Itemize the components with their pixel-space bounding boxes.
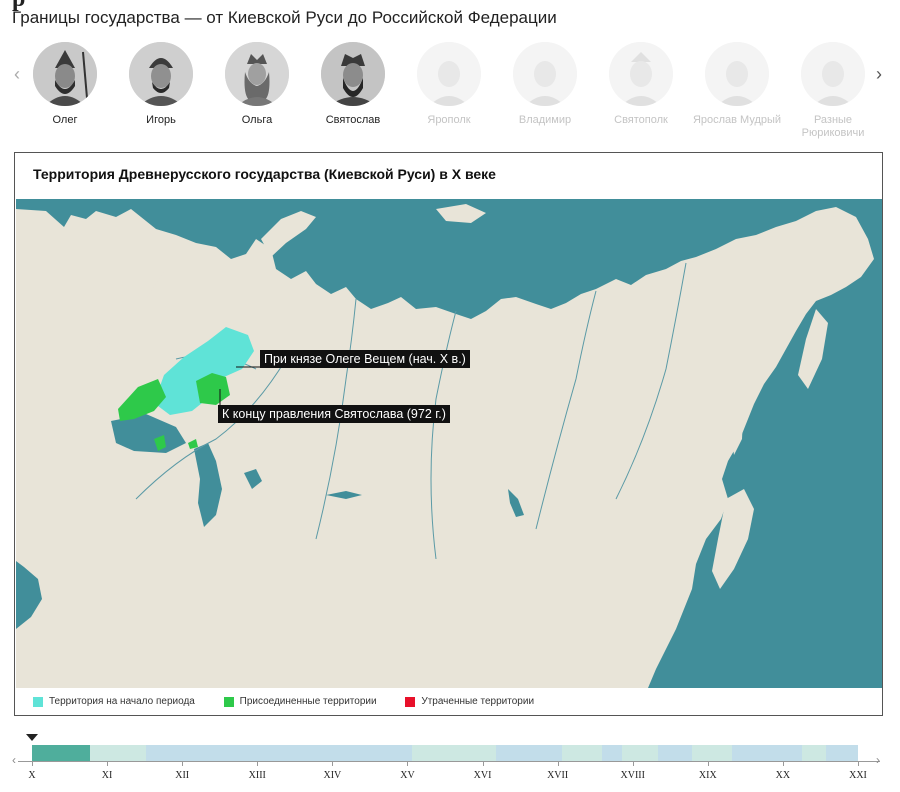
ruler-name: Олег: [52, 114, 78, 126]
legend-label: Территория на начало периода: [49, 696, 195, 707]
ruler-portrait: [609, 42, 673, 106]
map-label-oleg: При князе Олеге Вещем (нач. X в.): [260, 350, 470, 368]
chevron-left-icon: ‹: [12, 753, 16, 767]
timeline-century-label[interactable]: XV: [400, 770, 414, 781]
ruler-svyatoslav[interactable]: Святослав: [307, 38, 399, 127]
timeline-segment[interactable]: [622, 745, 658, 761]
rulers-carousel: ‹ Олег Игорь Ольга Святослав Ярополк Вла: [0, 38, 900, 146]
ruler-igor[interactable]: Игорь: [115, 38, 207, 127]
timeline-century-label[interactable]: XIV: [323, 770, 341, 781]
ruler-name: Ольга: [241, 114, 273, 126]
timeline-segment[interactable]: [692, 745, 732, 761]
timeline-tick: [32, 761, 33, 766]
timeline-tick: [257, 761, 259, 766]
ruler-portrait: [513, 42, 577, 106]
legend-swatch: [405, 696, 416, 707]
legend-item-lost: Утраченные территории: [405, 696, 534, 707]
timeline-century-label[interactable]: XX: [776, 770, 790, 781]
timeline-century-label[interactable]: XVIII: [621, 770, 645, 781]
timeline-tick: [858, 761, 859, 766]
legend-swatch: [33, 696, 43, 707]
ruler-olga[interactable]: Ольга: [211, 38, 303, 127]
timeline-century-label[interactable]: XVII: [547, 770, 568, 781]
timeline-tick: [707, 761, 709, 766]
map-card: Территория Древнерусского государства (К…: [14, 152, 883, 716]
triangle-down-icon[interactable]: [26, 734, 38, 741]
ruler-yaropolk[interactable]: Ярополк: [403, 38, 495, 127]
legend-item-initial: Территория на начало периода: [33, 696, 195, 707]
ruler-name: Святополк: [614, 114, 668, 126]
timeline-segment[interactable]: [412, 745, 496, 761]
timeline-century-label[interactable]: XVI: [474, 770, 492, 781]
century-timeline[interactable]: ‹ › X XI XII XIII XIV XV XVI XVII XVIII XIX XX XXI: [12, 730, 886, 788]
chevron-right-icon: ›: [876, 753, 880, 767]
timeline-century-label[interactable]: X: [28, 770, 35, 781]
timeline-segment[interactable]: [562, 745, 602, 761]
timeline-century-label[interactable]: XII: [175, 770, 189, 781]
timeline-century-label[interactable]: XIX: [699, 770, 717, 781]
timeline-tick: [482, 761, 484, 766]
ruler-name: Ярослав Мудрый: [692, 114, 782, 126]
timeline-century-label[interactable]: XIII: [249, 770, 266, 781]
ruler-various-rurikids[interactable]: Разные Рюриковичи: [787, 38, 879, 140]
ruler-portrait: [321, 42, 385, 106]
ruler-name: Святослав: [325, 114, 381, 126]
timeline-axis: [18, 761, 880, 762]
timeline-tick: [107, 761, 109, 766]
timeline-active-segment: [32, 745, 90, 761]
ruler-vladimir[interactable]: Владимир: [499, 38, 591, 127]
map-canvas: При князе Олеге Вещем (нач. X в.) К конц…: [16, 199, 882, 688]
timeline-segment[interactable]: [90, 745, 146, 761]
timeline-tick: [407, 761, 409, 766]
timeline-century-label[interactable]: XI: [102, 770, 113, 781]
timeline-century-label[interactable]: XXI: [849, 770, 867, 781]
timeline-tick: [632, 761, 634, 766]
legend-label: Присоединенные территории: [239, 696, 377, 707]
map-legend: Территория на начало периода Присоединен…: [33, 696, 560, 710]
map-svg: [16, 199, 882, 688]
timeline-bar[interactable]: [32, 745, 858, 761]
timeline-tick: [782, 761, 784, 766]
page-title-fragment: р: [12, 0, 132, 12]
ruler-name: Разные Рюриковичи: [801, 114, 865, 139]
ruler-portrait: [417, 42, 481, 106]
ruler-portrait: [801, 42, 865, 106]
timeline-tick: [182, 761, 184, 766]
ruler-portrait: [33, 42, 97, 106]
ruler-portrait: [225, 42, 289, 106]
map-label-svyatoslav: К концу правления Святослава (972 г.): [218, 405, 450, 423]
legend-label: Утраченные территории: [421, 696, 535, 707]
ruler-name: Игорь: [146, 114, 176, 126]
ruler-oleg[interactable]: Олег: [19, 38, 111, 127]
map-title: Территория Древнерусского государства (К…: [33, 166, 496, 182]
legend-item-annexed: Присоединенные территории: [223, 696, 377, 707]
chevron-right-icon: ›: [876, 64, 882, 84]
timeline-segment[interactable]: [802, 745, 826, 761]
ruler-svyatopolk[interactable]: Святополк: [595, 38, 687, 127]
ruler-name: Ярополк: [427, 114, 471, 126]
ruler-portrait: [705, 42, 769, 106]
legend-swatch: [223, 696, 234, 707]
ruler-name: Владимир: [518, 114, 572, 126]
page-subtitle: Границы государства — от Киевской Руси д…: [12, 8, 557, 27]
ruler-yaroslav[interactable]: Ярослав Мудрый: [691, 38, 783, 127]
timeline-tick: [332, 761, 334, 766]
timeline-tick: [557, 761, 559, 766]
carousel-next-button[interactable]: ›: [870, 62, 888, 86]
ruler-portrait: [129, 42, 193, 106]
